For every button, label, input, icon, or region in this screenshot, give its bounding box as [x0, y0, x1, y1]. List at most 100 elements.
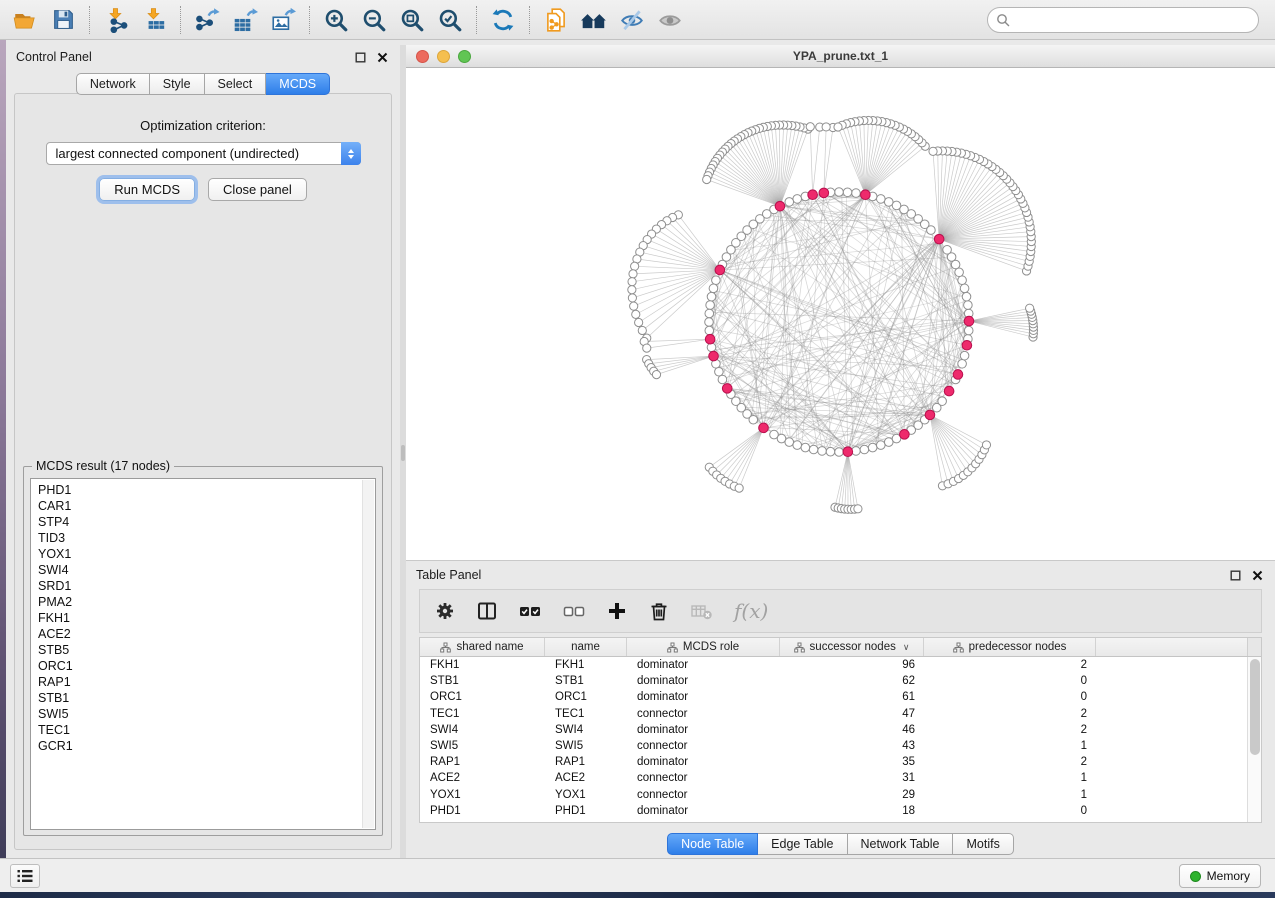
cell-MCDS-role[interactable]: connector — [627, 708, 780, 720]
mcds-result-item[interactable]: PHD1 — [38, 482, 375, 498]
network-node[interactable] — [793, 195, 802, 204]
leaf-node[interactable] — [834, 123, 842, 131]
leaf-node[interactable] — [703, 175, 711, 183]
network-node[interactable] — [706, 301, 715, 310]
cell-successor-nodes[interactable]: 47 — [780, 708, 924, 720]
mcds-hub-node[interactable] — [819, 188, 829, 198]
leaf-node[interactable] — [735, 484, 743, 492]
cell-MCDS-role[interactable]: connector — [627, 789, 780, 801]
table-row[interactable]: SWI4SWI4dominator462 — [420, 722, 1261, 738]
network-node[interactable] — [835, 188, 844, 197]
first-neighbors-button[interactable] — [575, 3, 613, 37]
cell-successor-nodes[interactable]: 46 — [780, 724, 924, 736]
cell-successor-nodes[interactable]: 61 — [780, 691, 924, 703]
table-row[interactable]: YOX1YOX1connector291 — [420, 787, 1261, 803]
float-panel-button[interactable] — [352, 49, 368, 65]
tab-select[interactable]: Select — [205, 73, 267, 95]
network-node[interactable] — [709, 284, 718, 293]
leaf-node[interactable] — [628, 294, 636, 302]
cell-shared-name[interactable]: PHD1 — [420, 805, 545, 817]
leaf-node[interactable] — [652, 371, 660, 379]
cell-MCDS-role[interactable]: connector — [627, 772, 780, 784]
criterion-dropdown[interactable]: largest connected component (undirected) — [46, 142, 361, 165]
cell-predecessor-nodes[interactable]: 1 — [924, 740, 1096, 752]
table-scrollbar[interactable] — [1247, 657, 1261, 822]
tab-style[interactable]: Style — [150, 73, 205, 95]
splitter-grip[interactable] — [401, 445, 405, 461]
table-row[interactable]: STB1STB1dominator620 — [420, 673, 1261, 689]
close-panel-button[interactable] — [374, 49, 390, 65]
select-all-button checked-boxes-icon[interactable] — [518, 600, 542, 622]
export-image-button[interactable] — [264, 3, 302, 37]
cell-shared-name[interactable]: YOX1 — [420, 789, 545, 801]
leaf-node[interactable] — [854, 505, 862, 513]
cell-predecessor-nodes[interactable]: 0 — [924, 675, 1096, 687]
refresh-layout-button[interactable] — [484, 3, 522, 37]
show-columns-button columns-icon[interactable] — [476, 600, 498, 622]
memory-button[interactable]: Memory — [1179, 864, 1261, 888]
sort-chevron-icon[interactable]: ∨ — [903, 642, 910, 653]
cell-MCDS-role[interactable]: dominator — [627, 675, 780, 687]
mcds-hub-node[interactable] — [722, 384, 732, 394]
table-row[interactable]: TEC1TEC1connector472 — [420, 706, 1261, 722]
scrollbar-thumb[interactable] — [1250, 659, 1260, 755]
network-node[interactable] — [964, 326, 973, 335]
leaf-node[interactable] — [632, 310, 640, 318]
mcds-result-item[interactable]: RAP1 — [38, 674, 375, 690]
mcds-hub-node[interactable] — [900, 430, 910, 440]
network-node[interactable] — [749, 415, 758, 424]
mcds-hub-node[interactable] — [962, 340, 972, 350]
open-file-button[interactable] — [6, 3, 44, 37]
mcds-result-item[interactable]: TID3 — [38, 530, 375, 546]
mcds-result-list[interactable]: PHD1CAR1STP4TID3YOX1SWI4SRD1PMA2FKH1ACE2… — [30, 478, 376, 830]
cell-name[interactable]: PHD1 — [545, 805, 627, 817]
leaf-node[interactable] — [1026, 304, 1034, 312]
column-header-MCDS-role[interactable]: MCDS role — [627, 638, 780, 656]
close-table-panel-button[interactable] — [1249, 567, 1265, 583]
column-header-predecessor-nodes[interactable]: predecessor nodes — [924, 638, 1096, 656]
cell-MCDS-role[interactable]: dominator — [627, 691, 780, 703]
network-node[interactable] — [960, 284, 969, 293]
cell-successor-nodes[interactable]: 35 — [780, 756, 924, 768]
mcds-hub-node[interactable] — [759, 423, 769, 433]
column-header-shared-name[interactable]: shared name — [420, 638, 545, 656]
mcds-hub-node[interactable] — [705, 334, 715, 344]
leaf-node[interactable] — [638, 326, 646, 334]
cell-predecessor-nodes[interactable]: 1 — [924, 789, 1096, 801]
cell-name[interactable]: RAP1 — [545, 756, 627, 768]
network-node[interactable] — [712, 276, 721, 285]
cell-name[interactable]: SWI4 — [545, 724, 627, 736]
network-node[interactable] — [705, 326, 714, 335]
deselect-all-button unchecked-boxes-icon[interactable] — [562, 600, 586, 622]
network-node[interactable] — [801, 443, 810, 452]
mcds-hub-node[interactable] — [808, 190, 818, 200]
network-node[interactable] — [826, 447, 835, 456]
cell-shared-name[interactable]: ORC1 — [420, 691, 545, 703]
zoom-out-button[interactable] — [355, 3, 393, 37]
cell-shared-name[interactable]: SWI4 — [420, 724, 545, 736]
network-node[interactable] — [958, 276, 967, 285]
tab-network[interactable]: Network — [76, 73, 150, 95]
table-row[interactable]: PHD1PHD1dominator180 — [420, 803, 1261, 819]
network-node[interactable] — [868, 443, 877, 452]
cell-successor-nodes[interactable]: 62 — [780, 675, 924, 687]
mcds-result-item[interactable]: ORC1 — [38, 658, 375, 674]
cell-name[interactable]: ACE2 — [545, 772, 627, 784]
cell-name[interactable]: STB1 — [545, 675, 627, 687]
mcds-result-item[interactable]: FKH1 — [38, 610, 375, 626]
mcds-result-item[interactable]: GCR1 — [38, 738, 375, 754]
mcds-list-scrollbar[interactable] — [362, 480, 374, 828]
leaf-node[interactable] — [982, 441, 990, 449]
leaf-node[interactable] — [630, 302, 638, 310]
network-node[interactable] — [852, 189, 861, 198]
cell-predecessor-nodes[interactable]: 1 — [924, 772, 1096, 784]
mcds-result-item[interactable]: STB5 — [38, 642, 375, 658]
mcds-result-item[interactable]: SWI4 — [38, 562, 375, 578]
table-settings-button gear-icon[interactable] — [434, 600, 456, 622]
add-column-button plus-icon[interactable] — [606, 600, 628, 622]
mcds-hub-node[interactable] — [934, 234, 944, 244]
column-header-name[interactable]: name — [545, 638, 627, 656]
tab-node-table[interactable]: Node Table — [667, 833, 758, 855]
leaf-node[interactable] — [629, 270, 637, 278]
run-mcds-button[interactable]: Run MCDS — [99, 178, 195, 201]
